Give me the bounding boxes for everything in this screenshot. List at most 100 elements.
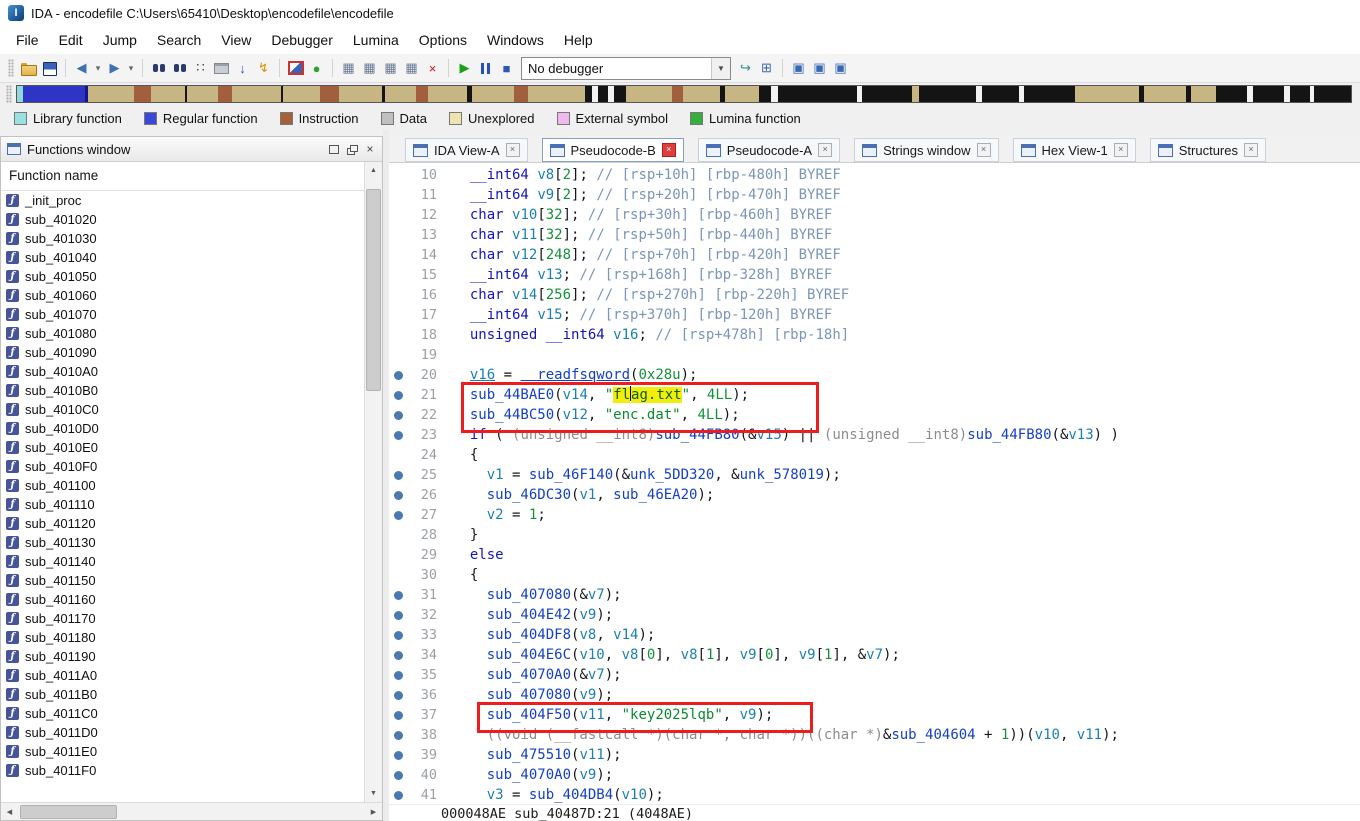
jump-address-icon[interactable]: ↓ — [232, 58, 253, 79]
code-line[interactable]: 34 sub_404E6C(v10, v8[0], v8[1], v9[0], … — [389, 645, 1360, 665]
segment-list-icon[interactable]: ▣ — [830, 58, 851, 79]
tab-ida-view-a[interactable]: IDA View-A × — [405, 138, 528, 162]
save-file-icon[interactable] — [39, 58, 60, 79]
function-row[interactable]: ƒ sub_401100 — [1, 476, 364, 495]
search-text-icon[interactable] — [169, 58, 190, 79]
breakpoint-dot[interactable] — [389, 525, 407, 545]
breakpoint-dot[interactable] — [389, 405, 407, 425]
function-row[interactable]: ƒ sub_4011B0 — [1, 685, 364, 704]
code-line[interactable]: 20 v16 = __readfsqword(0x28u); — [389, 365, 1360, 385]
code-line[interactable]: 16 char v14[256]; // [rsp+270h] [rbp-220… — [389, 285, 1360, 305]
menu-options[interactable]: Options — [409, 26, 477, 54]
breakpoint-dot[interactable] — [389, 365, 407, 385]
stop-debugger-icon[interactable]: ■ — [496, 58, 517, 79]
breakpoint-dot[interactable] — [389, 625, 407, 645]
breakpoint-dot[interactable] — [389, 165, 407, 185]
breakpoint-dot[interactable] — [389, 325, 407, 345]
code-line[interactable]: 18 unsigned __int64 v16; // [rsp+478h] [… — [389, 325, 1360, 345]
breakpoint-dot[interactable] — [389, 665, 407, 685]
function-row[interactable]: ƒ sub_4010E0 — [1, 438, 364, 457]
breakpoint-dot[interactable] — [389, 785, 407, 804]
navigate-forward-icon[interactable]: ▶ — [104, 58, 125, 79]
breakpoint-dot[interactable] — [389, 725, 407, 745]
function-row[interactable]: ƒ sub_401060 — [1, 286, 364, 305]
breakpoint-dot[interactable] — [389, 765, 407, 785]
breakpoint-dot[interactable] — [389, 425, 407, 445]
code-line[interactable]: 32 sub_404E42(v9); — [389, 605, 1360, 625]
code-line[interactable]: 22 sub_44BC50(v12, "enc.dat", 4LL); — [389, 405, 1360, 425]
column-header-function-name[interactable]: Function name — [1, 162, 364, 191]
code-line[interactable]: 35 sub_4070A0(&v7); — [389, 665, 1360, 685]
breakpoint-dot[interactable] — [389, 705, 407, 725]
code-line[interactable]: 24 { — [389, 445, 1360, 465]
function-row[interactable]: ƒ sub_401120 — [1, 514, 364, 533]
open-file-icon[interactable] — [18, 58, 39, 79]
code-line[interactable]: 30 { — [389, 565, 1360, 585]
add-struct-icon[interactable]: ▦ — [338, 58, 359, 79]
function-row[interactable]: ƒ sub_4011E0 — [1, 742, 364, 761]
code-line[interactable]: 33 sub_404DF8(v8, v14); — [389, 625, 1360, 645]
attach-process-icon[interactable]: ⊞ — [756, 58, 777, 79]
start-debugger-icon[interactable]: ▶ — [454, 58, 475, 79]
scroll-down-icon[interactable]: ▼ — [365, 785, 382, 802]
code-line[interactable]: 38 ((void (__fastcall *)(char *, char *)… — [389, 725, 1360, 745]
function-row[interactable]: ƒ sub_4011D0 — [1, 723, 364, 742]
tab-close-icon[interactable]: × — [661, 143, 676, 157]
scroll-right-icon[interactable]: ▶ — [365, 803, 382, 820]
function-row[interactable]: ƒ sub_4010F0 — [1, 457, 364, 476]
code-line[interactable]: 25 v1 = sub_46F140(&unk_5DD320, &unk_578… — [389, 465, 1360, 485]
breakpoint-dot[interactable] — [389, 305, 407, 325]
lumina-lightning-icon[interactable]: ↯ — [253, 58, 274, 79]
breakpoint-dot[interactable] — [389, 345, 407, 365]
function-row[interactable]: ƒ sub_401190 — [1, 647, 364, 666]
breakpoint-dot[interactable] — [389, 545, 407, 565]
pause-debugger-icon[interactable] — [475, 58, 496, 79]
back-history-dropdown-icon[interactable]: ▾ — [92, 58, 104, 79]
module-list-icon[interactable]: ▣ — [809, 58, 830, 79]
function-row[interactable]: ƒ _init_proc — [1, 191, 364, 210]
ida-view-icon[interactable] — [285, 58, 306, 79]
code-line[interactable]: 40 sub_4070A0(v9); — [389, 765, 1360, 785]
code-line[interactable]: 36 sub_407080(v9); — [389, 685, 1360, 705]
menu-edit[interactable]: Edit — [49, 26, 93, 54]
function-row[interactable]: ƒ sub_401070 — [1, 305, 364, 324]
function-row[interactable]: ƒ sub_401180 — [1, 628, 364, 647]
tab-hex-view-1[interactable]: Hex View-1 × — [1012, 138, 1136, 162]
code-line[interactable]: 31 sub_407080(&v7); — [389, 585, 1360, 605]
pseudocode-view[interactable]: 10 __int64 v8[2]; // [rsp+10h] [rbp-480h… — [389, 163, 1360, 804]
function-row[interactable]: ƒ sub_401080 — [1, 324, 364, 343]
function-row[interactable]: ƒ sub_4010D0 — [1, 419, 364, 438]
breakpoint-dot[interactable] — [389, 745, 407, 765]
tab-pseudocode-a[interactable]: Pseudocode-A × — [697, 138, 841, 162]
menu-search[interactable]: Search — [147, 26, 211, 54]
dock-button[interactable] — [326, 142, 342, 157]
breakpoint-dot[interactable] — [389, 445, 407, 465]
breakpoint-dot[interactable] — [389, 565, 407, 585]
breakpoint-dot[interactable] — [389, 225, 407, 245]
tab-close-icon[interactable]: × — [976, 143, 991, 157]
function-row[interactable]: ƒ sub_401170 — [1, 609, 364, 628]
function-row[interactable]: ƒ sub_401160 — [1, 590, 364, 609]
delete-item-icon[interactable]: × — [422, 58, 443, 79]
breakpoint-dot[interactable] — [389, 205, 407, 225]
float-button[interactable] — [344, 142, 360, 157]
close-panel-button[interactable]: × — [362, 142, 378, 157]
breakpoint-dot[interactable] — [389, 585, 407, 605]
function-row[interactable]: ƒ sub_401130 — [1, 533, 364, 552]
breakpoint-dot[interactable] — [389, 605, 407, 625]
tab-pseudocode-b[interactable]: Pseudocode-B × — [541, 138, 684, 162]
functions-vertical-scrollbar[interactable]: ▲ ▼ — [364, 162, 382, 802]
breakpoint-dot[interactable] — [389, 465, 407, 485]
vertical-scroll-thumb[interactable] — [366, 189, 381, 391]
add-enum-icon[interactable]: ▦ — [380, 58, 401, 79]
tab-structures[interactable]: Structures × — [1149, 138, 1266, 162]
navigation-band[interactable] — [16, 85, 1352, 103]
function-row[interactable]: ƒ sub_401090 — [1, 343, 364, 362]
code-line[interactable]: 17 __int64 v15; // [rsp+370h] [rbp-120h]… — [389, 305, 1360, 325]
scroll-left-icon[interactable]: ◀ — [1, 803, 18, 820]
function-row[interactable]: ƒ sub_401030 — [1, 229, 364, 248]
code-line[interactable]: 14 char v12[248]; // [rsp+70h] [rbp-420h… — [389, 245, 1360, 265]
code-line[interactable]: 15 __int64 v13; // [rsp+168h] [rbp-328h]… — [389, 265, 1360, 285]
scroll-up-icon[interactable]: ▲ — [365, 162, 382, 179]
navigate-back-icon[interactable]: ◀ — [71, 58, 92, 79]
